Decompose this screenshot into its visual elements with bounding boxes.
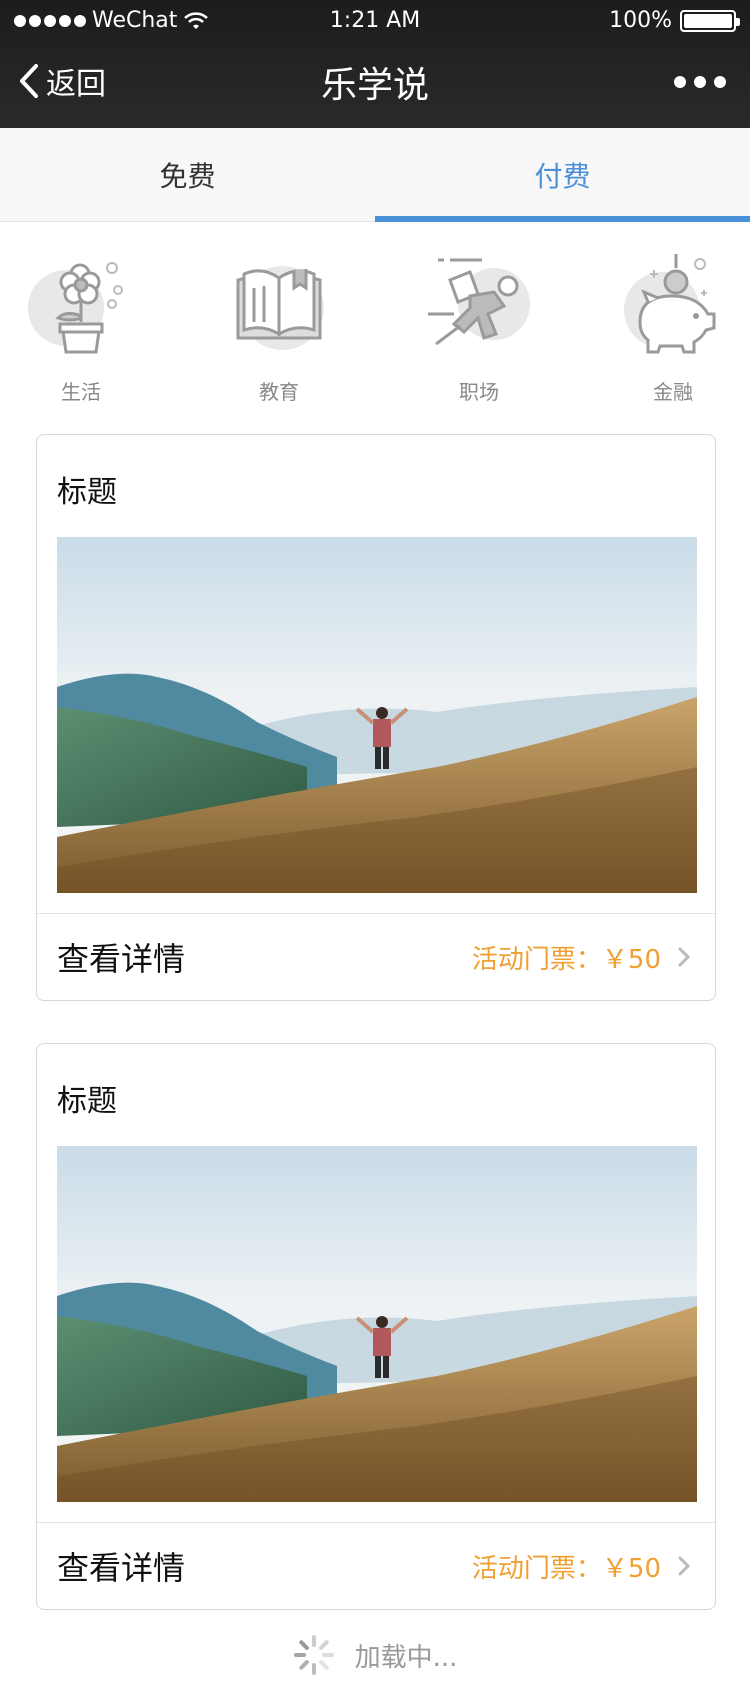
card-photo (57, 537, 697, 893)
status-bar: WeChat 1:21 AM 100% (0, 0, 750, 40)
view-details-label: 查看详情 (57, 940, 186, 978)
running-person-icon (428, 258, 530, 346)
category-row: 生活 教育 职场 金融 (0, 240, 750, 410)
view-details-label: 查看详情 (57, 1549, 186, 1587)
flower-pot-icon (28, 262, 123, 354)
battery-percent: 100% (609, 8, 672, 33)
spinner-icon (293, 1635, 334, 1675)
battery-icon (680, 9, 740, 32)
card-title: 标题 (57, 475, 117, 510)
battery-group: 100% (609, 8, 740, 33)
card-photo (57, 1146, 697, 1502)
ticket-price: 活动门票：￥50 (472, 939, 695, 976)
category-label: 金融 (653, 380, 693, 404)
page-title: 乐学说 (320, 65, 429, 106)
ticket-price-label: 活动门票：￥50 (471, 1553, 661, 1584)
category-label: 职场 (459, 380, 499, 404)
event-card[interactable]: 标题 查看详情 活动门票：￥50 (36, 1043, 716, 1610)
card-footer[interactable]: 查看详情 活动门票：￥50 (37, 914, 715, 1000)
event-card[interactable]: 标题 查看详情 活动门票：￥50 (36, 434, 716, 1001)
card-title: 标题 (57, 1084, 117, 1119)
more-dot-icon (714, 76, 726, 88)
category-education[interactable]: 教育 (204, 240, 354, 410)
open-book-icon (236, 266, 324, 350)
top-bar: WeChat 1:21 AM 100% 返回 乐学说 (0, 0, 750, 128)
loading-indicator: 加载中... (0, 1630, 750, 1680)
card-footer[interactable]: 查看详情 活动门票：￥50 (37, 1523, 715, 1609)
chevron-right-icon (678, 1556, 691, 1576)
loading-label: 加载中... (354, 1642, 458, 1673)
chevron-right-icon (678, 947, 691, 967)
category-label: 教育 (259, 380, 299, 404)
tab-paid[interactable]: 付费 (375, 128, 750, 222)
more-button[interactable] (670, 64, 730, 100)
category-finance[interactable]: 金融 (598, 240, 748, 410)
ticket-price: 活动门票：￥50 (472, 1548, 695, 1585)
tab-bar: 免费 付费 (0, 128, 750, 222)
tab-free[interactable]: 免费 (0, 128, 375, 221)
more-dot-icon (694, 76, 706, 88)
ticket-price-label: 活动门票：￥50 (471, 944, 661, 975)
nav-bar: 返回 乐学说 (0, 40, 750, 128)
category-career[interactable]: 职场 (404, 240, 554, 410)
piggy-bank-icon (624, 254, 716, 354)
more-dot-icon (674, 76, 686, 88)
category-label: 生活 (61, 380, 101, 404)
category-life[interactable]: 生活 (6, 240, 156, 410)
